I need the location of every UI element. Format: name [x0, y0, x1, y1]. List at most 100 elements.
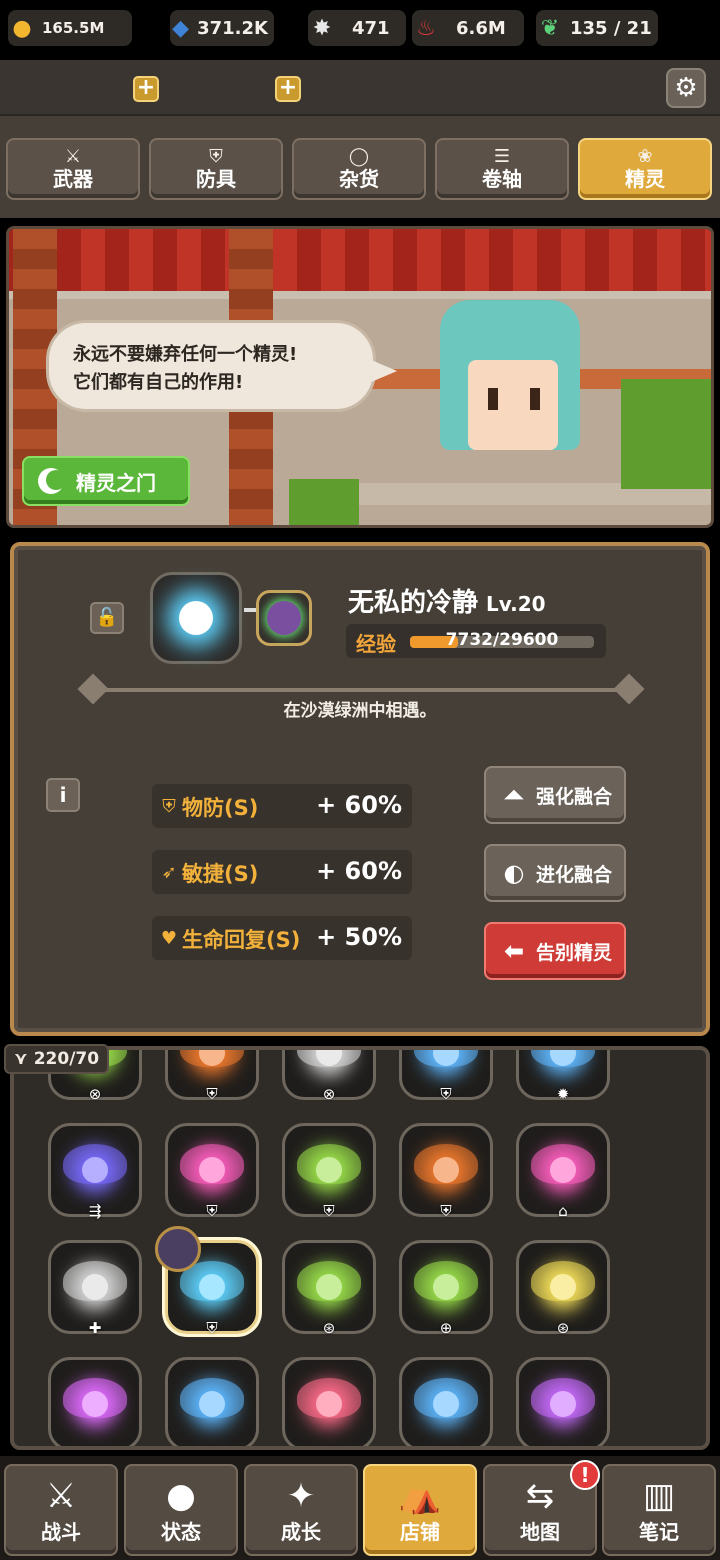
stat-name: 生命回复(S): [182, 928, 301, 952]
double-arrow-up-icon: ⏶: [504, 781, 524, 809]
wings-icon: ❀: [637, 146, 653, 167]
spirit-gate-button[interactable]: 精灵之门: [22, 456, 190, 506]
exp-bar: 经验 7732/29600: [346, 624, 606, 658]
spirit-portrait: [150, 572, 242, 664]
crescent-icon: [38, 468, 66, 494]
flame-icon: ♨: [416, 15, 436, 41]
stat-value: + 50%: [316, 923, 402, 951]
button-label: 告别精灵: [536, 941, 613, 964]
spirit-slot[interactable]: ⛨: [282, 1123, 376, 1220]
gate-button-label: 精灵之门: [76, 470, 156, 495]
spirit-slot[interactable]: ⊗: [282, 1050, 376, 1103]
flame-counter: ♨ 6.6M: [412, 10, 524, 46]
crystal-counter: ◆ 371.2K: [170, 10, 274, 46]
trait-icon: ⛨: [206, 1085, 218, 1103]
bonded-creature-badge: [155, 1226, 201, 1272]
spirit-slot[interactable]: ⛨: [165, 1050, 259, 1103]
sparkle-icon: ✦: [286, 1475, 316, 1516]
nav-growth[interactable]: ✦ 成长: [244, 1464, 358, 1556]
trait-icon: ⛨: [440, 1085, 452, 1103]
eye: [530, 388, 540, 410]
trait-icon: ✚: [88, 1319, 102, 1337]
trait-icon: ⇶: [88, 1202, 102, 1220]
spirit-slot[interactable]: [282, 1357, 376, 1446]
spirit-origin-text: 在沙漠绿洲中相遇。: [283, 701, 437, 721]
spirit-level: Lv.20: [486, 592, 546, 616]
book-icon: ▥: [642, 1475, 676, 1516]
spirit-count-value: 220/70: [33, 1049, 100, 1069]
tab-armor[interactable]: ⛨ 防具: [149, 138, 283, 200]
eye: [488, 388, 498, 410]
spirit-wings-icon: [414, 1378, 478, 1418]
spirit-name: 无私的冷静 Lv.20: [348, 582, 546, 619]
spirit-wings-icon: [180, 1144, 244, 1184]
tab-weapons[interactable]: ⚔ 武器: [6, 138, 140, 200]
curtain: [9, 229, 711, 291]
exp-value: 7732/29600: [445, 630, 559, 650]
button-label: 进化融合: [536, 863, 613, 886]
enhance-fusion-button[interactable]: ⏶ 强化融合: [484, 766, 626, 824]
shield-icon: ⛨: [162, 796, 176, 817]
spirit-slot[interactable]: ⇶: [48, 1123, 142, 1220]
spirit-wings-icon: [531, 1144, 595, 1184]
spirit-slot[interactable]: [165, 1357, 259, 1446]
spirit-slot[interactable]: ⛨: [165, 1123, 259, 1220]
person-icon: ●: [166, 1475, 196, 1516]
tent-icon: ⛺: [398, 1475, 442, 1516]
lock-icon[interactable]: 🔓: [90, 602, 124, 634]
spirit-slot[interactable]: ⛨: [399, 1050, 493, 1103]
add-crystal-button[interactable]: +: [275, 76, 301, 102]
tab-spirits[interactable]: ❀ 精灵: [578, 138, 712, 200]
crescent-icon: ◐: [503, 859, 525, 887]
spirit-slot[interactable]: ⊛: [516, 1240, 610, 1337]
creature-orb-icon: [267, 601, 301, 635]
add-gold-button[interactable]: +: [133, 76, 159, 102]
spirit-slot[interactable]: ⌂: [516, 1123, 610, 1220]
nav-battle[interactable]: ⚔ 战斗: [4, 1464, 118, 1556]
spirit-slot[interactable]: ✹: [516, 1050, 610, 1103]
spirit-slot[interactable]: ✚: [48, 1240, 142, 1337]
boot-icon: ➶: [161, 862, 177, 883]
tab-scrolls[interactable]: ☰ 卷轴: [435, 138, 569, 200]
gold-counter: ● 165.5M: [8, 10, 132, 46]
crystal-icon: ◆: [172, 15, 190, 41]
trait-icon: ⛨: [323, 1202, 335, 1220]
spirit-wings-icon: [531, 1050, 595, 1067]
info-icon[interactable]: i: [46, 778, 80, 812]
nav-notes[interactable]: ▥ 笔记: [602, 1464, 716, 1556]
nav-label: 状态: [161, 1519, 201, 1544]
bonded-creature-icon[interactable]: [256, 590, 312, 646]
ring-icon: ◯: [348, 146, 370, 167]
nav-shop[interactable]: ⛺ 店铺: [363, 1464, 477, 1556]
speech-bubble: 永远不要嫌弃任何一个精灵! 它们都有自己的作用!: [46, 320, 397, 412]
trait-icon: ⊕: [439, 1319, 453, 1337]
spirit-slot[interactable]: ⛨: [399, 1123, 493, 1220]
spirit-slot[interactable]: ⊕: [399, 1240, 493, 1337]
spirit-slot[interactable]: ⊛: [282, 1240, 376, 1337]
shopkeeper-face: [468, 360, 558, 450]
spirit-wings-icon: [180, 1050, 244, 1067]
nav-label: 店铺: [400, 1519, 440, 1544]
plant: [289, 479, 359, 525]
spirit-slot[interactable]: [48, 1357, 142, 1446]
spirit-wings-icon: [414, 1050, 478, 1067]
signpost-icon: ⇆: [525, 1475, 555, 1516]
stat-value: + 60%: [316, 857, 402, 885]
leaf-counter: ❦ 135 / 21: [536, 10, 658, 46]
map-alert-badge: !: [570, 1460, 600, 1490]
spirit-slot[interactable]: [399, 1357, 493, 1446]
link-dash: [244, 608, 256, 612]
scroll-icon: ☰: [493, 146, 511, 167]
trait-icon: ⛨: [206, 1319, 218, 1337]
spirit-slot[interactable]: [516, 1357, 610, 1446]
button-label: 强化融合: [536, 785, 613, 808]
gold-coin-icon: ●: [12, 15, 32, 41]
stat-value: + 60%: [316, 791, 402, 819]
plant: [621, 379, 711, 489]
stat-name: 物防(S): [182, 796, 259, 820]
nav-status[interactable]: ● 状态: [124, 1464, 238, 1556]
tab-goods[interactable]: ◯ 杂货: [292, 138, 426, 200]
settings-gear-icon[interactable]: ⚙: [666, 68, 706, 108]
evolve-fusion-button[interactable]: ◐ 进化融合: [484, 844, 626, 902]
farewell-spirit-button[interactable]: ⬅ 告别精灵: [484, 922, 626, 980]
